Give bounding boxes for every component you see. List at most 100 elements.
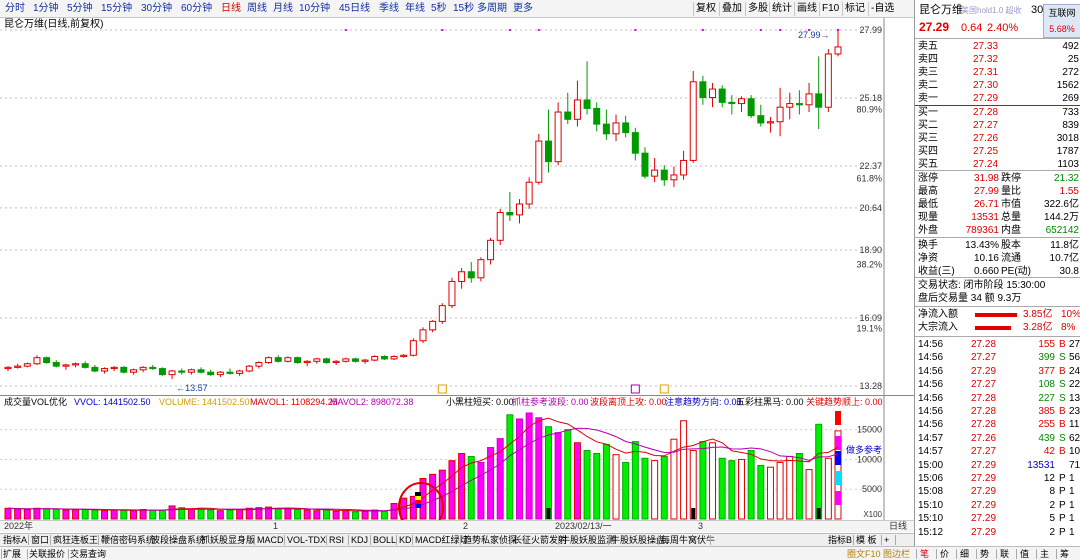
tool-0[interactable]: 复权 [696,2,716,16]
tool-6[interactable]: 标记 [845,2,865,16]
kline-chart[interactable]: 昆仑万维(日线,前复权) 27.99 25.18 22.37 20.64 18.90 16.… [0,18,914,395]
indicator-tab-13[interactable]: 趋势私家侦探 [463,534,517,546]
volume-bar[interactable] [815,423,823,520]
volume-bar[interactable] [390,503,398,520]
volume-bar[interactable] [709,442,717,520]
volume-bar[interactable] [322,509,330,520]
candle[interactable] [265,356,273,364]
volume-bar[interactable] [91,509,99,520]
volume-bar[interactable] [747,450,755,520]
period-1[interactable]: 1分钟 [33,2,59,16]
volume-bar[interactable] [699,441,707,520]
volume-bar[interactable] [101,510,109,520]
indicator-tab-11[interactable]: KD [399,534,412,546]
period-10[interactable]: 45日线 [339,2,370,16]
period-4[interactable]: 30分钟 [141,2,172,16]
indicator-tab-19[interactable]: 模 板 [856,534,877,546]
volume-bar[interactable] [612,454,620,520]
tool-2[interactable]: 多股 [748,2,768,16]
indicator-tab-4[interactable]: 波段操盘系统 [151,534,205,546]
volume-bar[interactable] [535,417,543,520]
tool-7[interactable]: -自选 [871,2,894,16]
indicator-tab-1[interactable]: 窗口 [31,534,49,546]
volume-bar[interactable] [197,507,205,520]
event-marker[interactable] [630,384,640,394]
indicator-tab-18[interactable]: 指标B [828,534,852,546]
candle[interactable] [245,364,253,373]
volume-bar[interactable] [361,510,369,520]
volume-bar[interactable] [4,507,12,520]
indicator-tab-5[interactable]: 抓妖股显身版 [201,534,255,546]
volume-bar[interactable] [81,508,89,520]
period-2[interactable]: 5分钟 [67,2,93,16]
volume-bar[interactable] [110,509,118,520]
volume-bar[interactable] [544,426,552,520]
indicator-tab-2[interactable]: 疯狂连板王 [53,534,98,546]
volume-bar[interactable] [429,473,437,520]
bottom-tab-1[interactable]: 关联报价 [29,548,65,560]
indicator-tab-7[interactable]: VOL-TDX [287,534,326,546]
candle[interactable] [496,208,504,246]
indicator-tab-10[interactable]: BOLL [373,534,396,546]
candle[interactable] [294,356,302,364]
candle[interactable] [438,303,446,324]
volume-chart[interactable]: 成交量VOL优化 VVOL: 1441502.50 VOLUME: 1441502.… [0,395,914,520]
indicator-tab-9[interactable]: KDJ [351,534,368,546]
volume-bar[interactable] [236,508,244,520]
candle[interactable] [120,366,128,374]
candle[interactable] [419,327,427,344]
panel-tab-5[interactable]: 值 [1020,548,1029,560]
volume-bar[interactable] [274,507,282,520]
volume-bar[interactable] [564,429,572,520]
volume-bar[interactable] [14,508,22,520]
tool-3[interactable]: 统计 [772,2,792,16]
candle[interactable] [43,356,51,364]
volume-bar[interactable] [342,510,350,520]
volume-bar[interactable] [554,432,562,520]
volume-bar[interactable] [23,508,31,520]
volume-bar[interactable] [805,469,813,520]
candle[interactable] [689,70,697,163]
candle[interactable] [448,277,456,309]
volume-bar[interactable] [120,509,128,520]
sector-tag[interactable]: 互联网 5.68% [1043,4,1080,38]
panel-tab-2[interactable]: 细 [960,548,969,560]
event-marker[interactable] [659,384,669,394]
period-5[interactable]: 60分钟 [181,2,212,16]
period-16[interactable]: 更多 [513,2,533,16]
volume-bar[interactable] [757,464,765,520]
panel-tab-4[interactable]: 联 [1000,548,1009,560]
period-11[interactable]: 季线 [379,2,399,16]
volume-bar[interactable] [294,508,302,520]
volume-bar[interactable] [622,461,630,520]
period-14[interactable]: 15秒 [453,2,474,16]
volume-bar[interactable] [72,509,80,520]
volume-bar[interactable] [766,466,774,520]
volume-bar[interactable] [728,460,736,520]
indicator-tab-15[interactable]: 牛股妖股监测 [561,534,615,546]
panel-tab-3[interactable]: 势 [980,548,989,560]
volume-bar[interactable] [158,509,166,520]
volume-bar[interactable] [680,420,688,520]
candle[interactable] [409,338,417,357]
volume-bar[interactable] [506,414,514,520]
period-6[interactable]: 日线 [221,2,241,16]
volume-bar[interactable] [660,455,668,520]
panel-tab-7[interactable]: 筹 [1060,548,1069,560]
candle[interactable] [747,95,755,119]
volume-bar[interactable] [467,455,475,520]
indicator-tab-8[interactable]: RSI [329,534,344,546]
volume-bar[interactable] [187,508,195,520]
volume-bar[interactable] [129,510,137,520]
volume-bar[interactable] [477,461,485,520]
volume-bar[interactable] [593,452,601,520]
candle[interactable] [554,102,562,166]
tool-4[interactable]: 画线 [797,2,817,16]
tool-1[interactable]: 叠加 [722,2,742,16]
period-15[interactable]: 多周期 [477,2,507,16]
volume-bar[interactable] [62,509,70,520]
volume-bar[interactable] [332,510,340,520]
indicator-tab-6[interactable]: MACD [257,534,284,546]
volume-bar[interactable] [168,505,176,520]
volume-bar[interactable] [776,461,784,520]
